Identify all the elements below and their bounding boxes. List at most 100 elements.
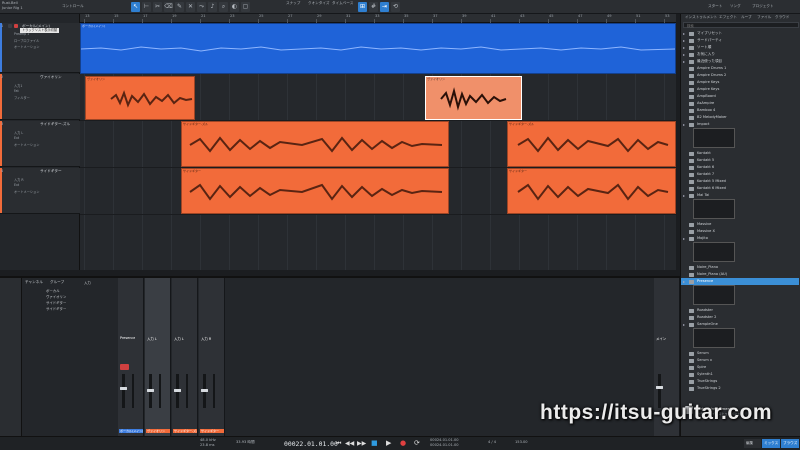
record-arm-button[interactable] <box>120 364 129 370</box>
loop-icon[interactable]: ⟳ <box>414 439 420 447</box>
lane-vocal[interactable]: ボーカル(メイン) <box>80 23 676 74</box>
track-input[interactable]: 入力1 <box>14 83 22 88</box>
browser-item[interactable]: ▸ 最近使った項目 <box>681 58 799 65</box>
clip-violin-b[interactable]: ヴァイオリン <box>425 76 522 120</box>
pencil-tool-icon[interactable]: ✎ <box>175 2 184 12</box>
timecode-display[interactable]: 00022.01.01.00 <box>284 440 338 448</box>
browser-item[interactable]: Sylenth1 <box>681 371 799 378</box>
browser-item[interactable]: ▸ SampleOne <box>681 321 799 328</box>
loop-follow-icon[interactable]: ⟲ <box>391 2 400 12</box>
browser-item[interactable]: TrueStrings <box>681 378 799 385</box>
record-icon[interactable] <box>14 24 18 28</box>
plugin-thumbnail[interactable] <box>693 128 735 148</box>
clip-guitar-b[interactable]: サイドギター-ズル <box>507 121 676 167</box>
fader-knob[interactable] <box>656 386 663 389</box>
browser-item[interactable]: ▸ Impact <box>681 121 799 128</box>
autoscroll-icon[interactable]: ⇥ <box>380 2 389 12</box>
track-mode[interactable]: Ext <box>14 136 19 140</box>
play-icon[interactable]: ▶ <box>386 439 391 447</box>
loop-start[interactable]: 00024.01.01.00 <box>430 438 459 442</box>
track-name[interactable]: ヴァイオリン <box>40 75 62 80</box>
browser-item[interactable]: Kontakt <box>681 150 799 157</box>
track-mode[interactable]: ロープロファイル <box>14 38 39 43</box>
start-tab[interactable]: スタート <box>708 4 722 8</box>
browser-item[interactable]: Bamboo 4 <box>681 107 799 114</box>
fader-knob[interactable] <box>120 387 127 391</box>
mute-icon[interactable] <box>8 24 12 28</box>
mixer-channel-1[interactable]: Presence ボーカル(メイン) <box>118 278 144 436</box>
browser-item[interactable]: Roadster 2 <box>681 314 799 321</box>
expand-icon[interactable]: ▸ <box>683 37 685 44</box>
console-list-item[interactable]: サイドギター <box>46 306 66 311</box>
mixer-channel-3[interactable]: 入力 L サイドギター-ズル <box>172 278 198 436</box>
clip-vocal[interactable]: ボーカル(メイン) <box>80 23 676 74</box>
expand-icon[interactable]: ▸ <box>683 51 685 58</box>
browser-item[interactable]: Massive <box>681 221 799 228</box>
browser-item[interactable]: ▸ サードパーティ <box>681 37 799 44</box>
browser-item[interactable]: AsAmpire <box>681 100 799 107</box>
track-mode[interactable]: Ext <box>14 183 19 187</box>
console-list-item[interactable]: ボーカル <box>46 288 60 293</box>
browser-item[interactable]: ▸ Mojito <box>681 235 799 242</box>
expand-icon[interactable]: ▸ <box>683 44 685 51</box>
browser-tab-effects[interactable]: エフェクト <box>719 15 737 20</box>
zoom-tool-icon[interactable]: ⌕ <box>219 2 228 12</box>
timeline-ruler[interactable]: 13 15 17 19 21 23 25 27 29 31 33 35 37 39 41 43 45 47 49 51… <box>80 14 676 23</box>
browser-search-input[interactable]: 検索 <box>683 22 799 28</box>
browser-item[interactable]: Kontakt 6 <box>681 164 799 171</box>
plugin-thumbnail[interactable] <box>693 242 735 262</box>
browser-item[interactable]: Serum x <box>681 357 799 364</box>
browser-tab-cloud[interactable]: クラウド <box>775 15 789 20</box>
track-header-violin[interactable]: 2 ヴァイオリン 入力1 Fat フィルター <box>0 74 80 120</box>
track-header-guitar-1[interactable]: 3 サイドギター-ズル 入力 L Ext オートメーション <box>0 121 80 167</box>
mute-tool-icon[interactable]: ✕ <box>186 2 195 12</box>
browser-item[interactable]: Ampire Drums 1 <box>681 65 799 72</box>
browser-item[interactable]: ▸ ソート順 <box>681 44 799 51</box>
track-automation[interactable]: オートメーション <box>14 142 39 147</box>
rewind-icon[interactable]: ⏮ <box>336 440 341 448</box>
track-mode[interactable]: Fat <box>14 89 19 93</box>
control-tab[interactable]: コントロール <box>62 4 84 8</box>
browse-button[interactable]: ブラウズ <box>781 439 799 448</box>
expand-icon[interactable]: ▸ <box>683 278 685 285</box>
fader-track[interactable] <box>122 374 125 408</box>
track-name[interactable]: サイドギター <box>40 169 62 174</box>
clip-guitar-c[interactable]: サイドギター <box>181 168 449 214</box>
browser-tab-files[interactable]: ファイル <box>757 15 771 20</box>
forward-icon[interactable]: ▶▶ <box>357 440 366 447</box>
browser-item[interactable]: AmpBoard <box>681 93 799 100</box>
arrange-view[interactable]: ボーカル(メイン) ヴァイオリン ヴァイオリン サイドギター-ズル サイドギター… <box>80 23 676 270</box>
split-tool-icon[interactable]: ✂ <box>153 2 162 12</box>
eraser-tool-icon[interactable]: ⌫ <box>164 2 173 12</box>
range-tool-icon[interactable]: ⊢ <box>142 2 151 12</box>
browser-item[interactable]: Spire <box>681 364 799 371</box>
browser-item[interactable]: Ampire Keys <box>681 79 799 86</box>
browser-item[interactable]: ▸ お気に入り <box>681 51 799 58</box>
clip-guitar-a[interactable]: サイドギター-ズル <box>181 121 449 167</box>
browser-item[interactable]: ▸ マイプリセット <box>681 30 799 37</box>
snap-toggle-icon[interactable]: ⊞ <box>358 2 367 12</box>
fader-knob[interactable] <box>201 389 208 393</box>
console-list-item[interactable]: サイドギター <box>46 300 66 305</box>
record-icon[interactable]: ● <box>400 439 406 447</box>
edit-button[interactable]: 編集 <box>744 439 761 448</box>
project-tab[interactable]: プロジェクト <box>752 4 774 8</box>
browser-item[interactable]: Serum <box>681 350 799 357</box>
plugin-thumbnail[interactable] <box>693 328 735 348</box>
expand-icon[interactable]: ▸ <box>683 121 685 128</box>
browser-item[interactable]: ▸ Presence <box>681 278 799 285</box>
expand-icon[interactable]: ▸ <box>683 58 685 65</box>
track-input[interactable]: 入力 R <box>14 177 24 182</box>
time-signature[interactable]: 4 / 4 <box>488 440 496 444</box>
track-automation[interactable]: オートメーション <box>14 189 39 194</box>
lane-violin[interactable]: ヴァイオリン ヴァイオリン <box>80 74 676 121</box>
arrow-tool-icon[interactable]: ↖ <box>131 2 140 12</box>
loop-end[interactable]: 00024.01.01.00 <box>430 443 459 447</box>
fader-knob[interactable] <box>174 389 181 393</box>
browser-item[interactable]: TrueStrings 2 <box>681 385 799 392</box>
browser-item[interactable]: Kontakt 5 Mixed <box>681 178 799 185</box>
browser-item[interactable]: Ampire Drums 2 <box>681 72 799 79</box>
browser-item[interactable]: Kontakt 6 Mixed <box>681 185 799 192</box>
lane-guitar-2[interactable]: サイドギター サイドギター <box>80 168 676 215</box>
bend-tool-icon[interactable]: ⤳ <box>197 2 206 12</box>
